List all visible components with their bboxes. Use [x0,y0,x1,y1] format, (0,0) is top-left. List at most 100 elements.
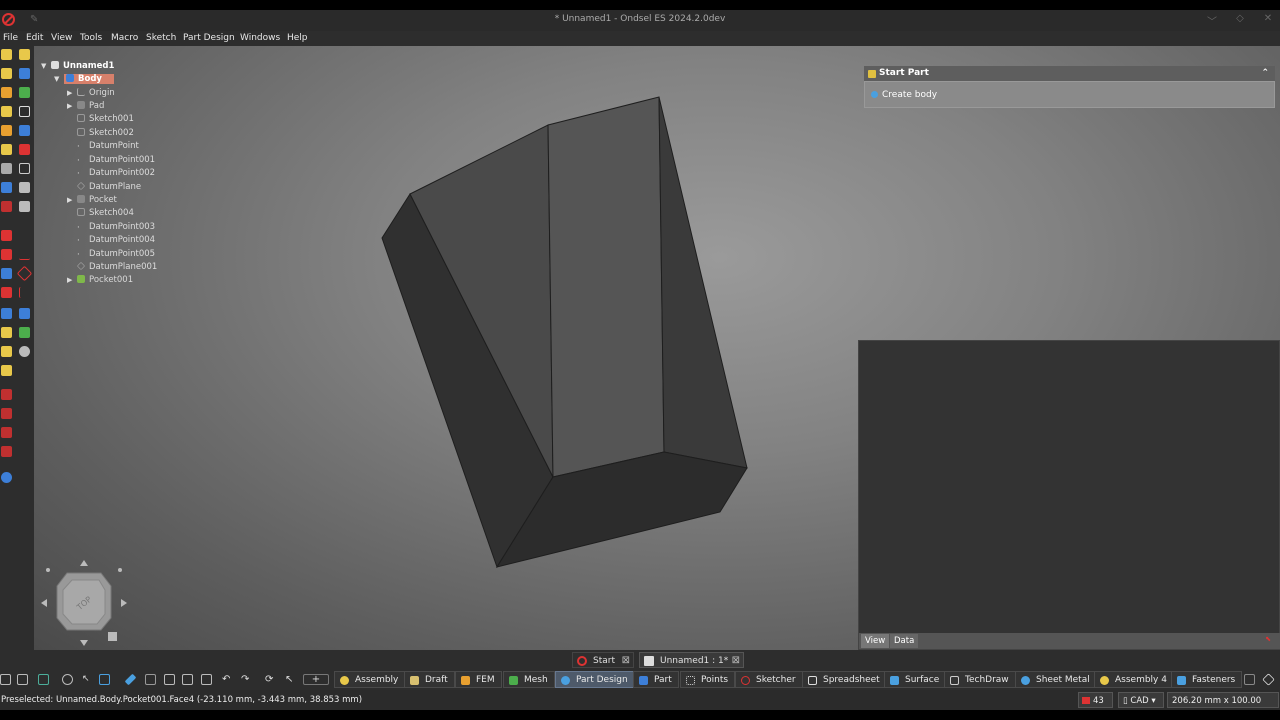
tab-view[interactable]: View [861,634,890,648]
workbench-techdraw[interactable]: TechDraw [944,671,1016,688]
collapse-arrow-icon[interactable]: ▼ [54,73,59,85]
collapse-icon[interactable]: ⌃ [1261,66,1269,81]
tree-item-datumpoint005[interactable]: · DatumPoint005 [77,248,155,260]
draw-style-icon[interactable] [62,674,73,685]
axis-icon[interactable] [19,287,30,298]
tree-item-datumpoint004[interactable]: · DatumPoint004 [77,234,155,246]
tree-item-datumpoint001[interactable]: · DatumPoint001 [77,154,155,166]
create-body-link[interactable]: Create body [882,90,937,100]
task-panel-header[interactable]: Start Part ⌃ [864,66,1275,81]
subtractive-loft-icon[interactable] [19,201,30,212]
3d-viewport[interactable]: ▼ Unnamed1 ▼ Body ▶ Origin ▶ Pad Sketch0… [34,46,1280,650]
workbench-points[interactable]: Points [680,671,736,688]
fit-all-icon[interactable] [0,674,11,685]
tree-item-pad[interactable]: ▶ Pad [67,100,104,112]
shape-binder-icon[interactable] [19,87,30,98]
workbench-next-icon[interactable] [1262,673,1275,686]
tab-start[interactable]: Start ⊠ [572,652,634,668]
create-part-icon[interactable] [19,49,30,60]
chamfer-icon[interactable] [19,308,30,319]
additive-primitive-icon[interactable] [19,163,30,174]
pad-icon[interactable] [1,68,12,79]
tree-item-datumpoint002[interactable]: · DatumPoint002 [77,167,155,179]
menu-macro[interactable]: Macro [111,33,138,43]
tree-item-pocket[interactable]: ▶ Pocket [67,194,117,206]
menu-file[interactable]: File [3,33,18,43]
point-icon[interactable] [19,230,30,241]
helix-icon[interactable] [1,144,12,155]
whats-this-icon[interactable]: ↖ [285,674,296,685]
boolean-icon[interactable] [19,346,30,357]
tab-data[interactable]: Data [890,634,919,648]
isometric-icon[interactable] [38,674,49,685]
std-view-icon[interactable]: ↖ [82,674,93,685]
tab-unnamed1[interactable]: Unnamed1 : 1* ⊠ [639,652,744,668]
expand-arrow-icon[interactable]: ▶ [67,194,72,206]
polar-pattern-icon[interactable] [1,389,12,400]
workbench-assembly[interactable]: Assembly [334,671,406,688]
tree-item-pocket001[interactable]: ▶ Pocket001 [67,274,133,286]
menu-windows[interactable]: Windows [240,33,280,43]
menu-help[interactable]: Help [287,33,308,43]
workbench-mesh[interactable]: Mesh [503,671,555,688]
local-cs-icon[interactable] [1,287,12,298]
datum-icon[interactable] [19,144,30,155]
workbench-fasteners[interactable]: Fasteners [1171,671,1243,688]
create-body-icon[interactable] [1,49,12,60]
notification-count[interactable]: 43 ▾ [1078,692,1113,720]
pipe-icon[interactable] [1,125,12,136]
open-file-icon[interactable] [182,674,193,685]
groove-icon[interactable] [1,201,12,212]
undo-icon[interactable]: ↶ [222,674,233,685]
linear-pattern-icon[interactable] [1,365,12,376]
measure-icon[interactable] [1,446,12,457]
workbench-sketcher[interactable]: Sketcher [735,671,803,688]
menu-part-design[interactable]: Part Design [183,33,235,43]
tree-root[interactable]: ▼ Unnamed1 [41,60,114,72]
workbench-overflow-icon[interactable] [1244,674,1255,685]
workbench-part[interactable]: Part [633,671,679,688]
new-file-icon[interactable] [164,674,175,685]
tree-item-sketch002[interactable]: Sketch002 [77,127,134,139]
tree-item-datumplane[interactable]: DatumPlane [76,181,141,193]
close-icon[interactable]: ✕ [1261,13,1275,27]
navigation-cube[interactable]: TOP [39,558,129,648]
collapse-arrow-icon[interactable]: ▼ [41,60,46,72]
datum-line-icon[interactable] [1,249,12,260]
workbench-part-design[interactable]: Part Design [555,671,635,688]
workbench-draft[interactable]: Draft [404,671,455,688]
expand-arrow-icon[interactable]: ▶ [67,100,72,112]
save-icon[interactable] [201,674,212,685]
pocket-icon[interactable] [1,182,12,193]
measure-icon[interactable] [99,674,110,685]
multitransform-icon[interactable] [1,427,12,438]
draft-icon[interactable] [1,327,12,338]
scaled-icon[interactable] [1,408,12,419]
sprocket-icon[interactable] [1,472,12,483]
redo-icon[interactable]: ↷ [241,674,252,685]
mirrored-icon[interactable] [1,346,12,357]
resize-grip-icon[interactable]: ⬉ [1265,635,1271,643]
tree-item-origin[interactable]: ▶ Origin [67,87,115,99]
fit-selection-icon[interactable] [17,674,28,685]
tree-item-datumpoint003[interactable]: · DatumPoint003 [77,221,155,233]
line-icon[interactable] [19,249,30,260]
thickness-icon[interactable] [19,327,30,338]
navigation-style-select[interactable]: ▯ CAD ▾ [1118,692,1164,708]
revolution-icon[interactable] [1,87,12,98]
refresh-icon[interactable]: ⟳ [265,674,276,685]
tree-item-datumpoint[interactable]: · DatumPoint [77,140,139,152]
close-tab-icon[interactable]: ⊠ [732,653,740,669]
loft-icon[interactable] [1,106,12,117]
tree-item-datumplane001[interactable]: DatumPlane001 [76,261,157,273]
menu-edit[interactable]: Edit [26,33,43,43]
hole-icon[interactable] [19,182,30,193]
workbench-sheet-metal[interactable]: Sheet Metal [1015,671,1097,688]
datum-plane-icon[interactable] [1,268,12,279]
workbench-spreadsheet[interactable]: Spreadsheet [802,671,887,688]
menu-sketch[interactable]: Sketch [146,33,176,43]
menu-view[interactable]: View [51,33,72,43]
tree-item-sketch004[interactable]: Sketch004 [77,207,134,219]
subshape-binder-icon[interactable] [19,106,30,117]
fillet-icon[interactable] [1,308,12,319]
